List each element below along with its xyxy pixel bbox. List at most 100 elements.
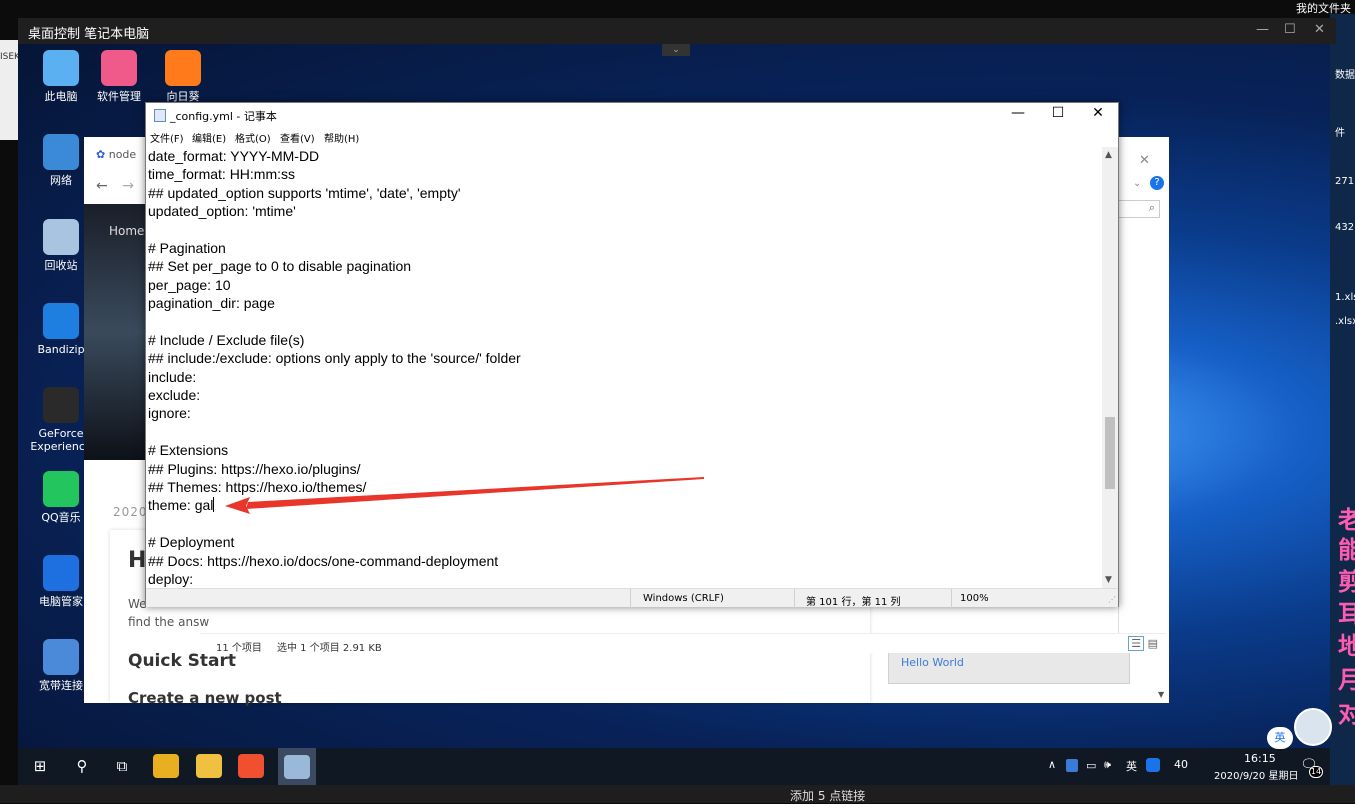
text-line-content: ## include:/exclude: options only apply …: [148, 350, 521, 367]
scrollbar-thumb[interactable]: [1105, 417, 1115, 489]
blog-post-intro: find the answ: [128, 615, 210, 629]
remote-maximize-button[interactable]: ☐: [1284, 22, 1296, 37]
forward-arrow-icon[interactable]: →: [122, 178, 134, 194]
host-right-snippet: 271: [1335, 176, 1355, 187]
chrome-icon[interactable]: [153, 754, 179, 778]
blog-home-link[interactable]: Home: [109, 224, 144, 238]
resize-grip-icon[interactable]: ⋰: [1108, 595, 1116, 604]
host-bottom-bar: [0, 785, 1355, 803]
qq-tray-icon[interactable]: [1146, 758, 1160, 772]
desktop-icon[interactable]: 此电脑: [28, 50, 94, 103]
help-icon[interactable]: ?: [1150, 176, 1164, 190]
remote-window-titlebar[interactable]: 桌面控制 笔记本电脑 — ☐ ✕: [18, 18, 1336, 44]
geforce-icon: [43, 387, 79, 423]
sidebar-recent-link[interactable]: Hello World: [901, 656, 964, 669]
desktop-icon[interactable]: 软件管理: [86, 50, 152, 103]
scroll-up-icon[interactable]: ▲: [1105, 150, 1112, 160]
desktop-icon[interactable]: 向日葵: [150, 50, 216, 103]
menu-view[interactable]: 查看(V): [280, 130, 315, 145]
task-view-button[interactable]: ⧉: [104, 752, 140, 780]
ime-indicator[interactable]: 英: [1126, 758, 1137, 774]
host-pink-char: 对: [1338, 700, 1355, 728]
browser-tab-label: node: [108, 148, 137, 161]
remote-ribbon-toggle[interactable]: ⌄: [662, 44, 690, 56]
maximize-button[interactable]: ☐: [1038, 105, 1078, 121]
text-line-content: include:: [148, 368, 197, 385]
host-right-snippet: 件: [1335, 128, 1345, 139]
start-button[interactable]: ⊞: [22, 752, 58, 780]
security-shield-icon[interactable]: [1066, 759, 1078, 772]
file-explorer-icon[interactable]: [196, 754, 222, 778]
clock-time[interactable]: 16:15: [1244, 752, 1276, 765]
vertical-scrollbar[interactable]: ▲ ▼: [1102, 147, 1118, 588]
back-arrow-icon[interactable]: ←: [96, 178, 108, 194]
tray-chevron-icon[interactable]: ∧: [1048, 758, 1056, 771]
git-icon[interactable]: [238, 754, 264, 778]
notepad-title: _config.yml - 记事本: [170, 110, 277, 123]
host-right-snippet: 432: [1335, 222, 1355, 233]
host-left-edge: ISEK: [0, 40, 20, 140]
text-line: ## Docs: https://hexo.io/docs/one-comman…: [148, 552, 1106, 570]
host-pink-char: 能: [1338, 536, 1355, 564]
text-line: updated_option: 'mtime': [148, 202, 1106, 220]
desktop-icon-label: 软件管理: [97, 90, 141, 103]
text-line: # Include / Exclude file(s): [148, 331, 1106, 349]
explorer-close-button[interactable]: ✕: [1139, 153, 1150, 168]
menu-edit[interactable]: 编辑(E): [192, 130, 226, 145]
status-divider: [630, 589, 631, 608]
taskbar: ⊞ ⚲ ⧉ ∧ ▭ 🕪 英 40 16:15 2020/9/20 星期日 🗨 1…: [18, 748, 1330, 785]
qq-avatar[interactable]: [1294, 708, 1332, 746]
text-line: [148, 221, 1106, 239]
text-caret: [213, 497, 215, 513]
clock-date[interactable]: 2020/9/20 星期日: [1214, 767, 1298, 782]
notepad-titlebar[interactable]: _config.yml - 记事本 — ☐ ✕: [146, 103, 1118, 127]
host-pink-char: 地: [1338, 632, 1355, 660]
text-line-content: updated_option: 'mtime': [148, 203, 296, 220]
host-folder-label[interactable]: 我的文件夹: [1255, 0, 1355, 15]
text-line: include:: [148, 368, 1106, 386]
notification-count-badge: 14: [1309, 766, 1323, 778]
details-view-icon[interactable]: ☰: [1128, 636, 1145, 651]
explorer-window: [1118, 145, 1166, 652]
text-line: # Extensions: [148, 441, 1106, 459]
tiles-view-icon[interactable]: ▤: [1148, 637, 1158, 650]
search-button[interactable]: ⚲: [64, 752, 100, 780]
volume-icon[interactable]: 🕪: [1104, 758, 1111, 772]
battery-icon[interactable]: ▭: [1086, 759, 1096, 772]
remote-window-title: 桌面控制 笔记本电脑: [28, 27, 150, 42]
explorer-selection-info: 选中 1 个项目 2.91 KB: [277, 643, 382, 654]
ime-floating-indicator[interactable]: 英: [1267, 727, 1293, 749]
status-divider: [794, 589, 795, 608]
sunflower-icon: [165, 50, 201, 86]
text-line-content: ## Set per_page to 0 to disable paginati…: [148, 258, 412, 275]
explorer-search-box[interactable]: ⌕: [1118, 200, 1160, 218]
close-button[interactable]: ✕: [1078, 105, 1118, 121]
text-line: # Deployment: [148, 533, 1106, 551]
notepad-icon: [154, 109, 166, 122]
menu-format[interactable]: 格式(O): [235, 130, 271, 145]
remote-minimize-button[interactable]: —: [1256, 22, 1269, 37]
blog-post-title[interactable]: H: [128, 548, 146, 573]
remote-close-button[interactable]: ✕: [1314, 22, 1325, 37]
text-line: [148, 313, 1106, 331]
text-line-content: exclude:: [148, 387, 201, 404]
host-right-snippet: .xlsx: [1335, 316, 1355, 327]
notepad-text-area[interactable]: date_format: YYYY-MM-DD time_format: HH:m…: [148, 147, 1106, 587]
bandizip-icon: [43, 303, 79, 339]
menu-help[interactable]: 帮助(H): [324, 130, 359, 145]
scroll-down-icon[interactable]: ▼: [1158, 690, 1164, 699]
notepad-status-bar: Windows (CRLF) 第 101 行，第 11 列 100% ⋰: [146, 588, 1118, 608]
notepad-window: _config.yml - 记事本 — ☐ ✕ 文件(F) 编辑(E) 格式(O…: [145, 102, 1119, 608]
desktop-icon-label: 此电脑: [44, 90, 78, 103]
chevron-down-icon[interactable]: ⌄: [1133, 178, 1141, 189]
minimize-button[interactable]: —: [998, 105, 1038, 121]
text-line: [148, 423, 1106, 441]
menu-file[interactable]: 文件(F): [150, 130, 184, 145]
explorer-status-bar: 11 个项目 选中 1 个项目 2.91 KB ☰ ▤: [200, 633, 1166, 654]
status-zoom: 100%: [960, 593, 989, 604]
scroll-down-icon[interactable]: ▼: [1105, 575, 1112, 585]
notepad-taskbar-button[interactable]: [278, 748, 316, 785]
blog-post-date: 2020: [113, 505, 148, 519]
text-line: ## updated_option supports 'mtime', 'dat…: [148, 184, 1106, 202]
explorer-item-count: 11 个项目: [216, 643, 262, 654]
